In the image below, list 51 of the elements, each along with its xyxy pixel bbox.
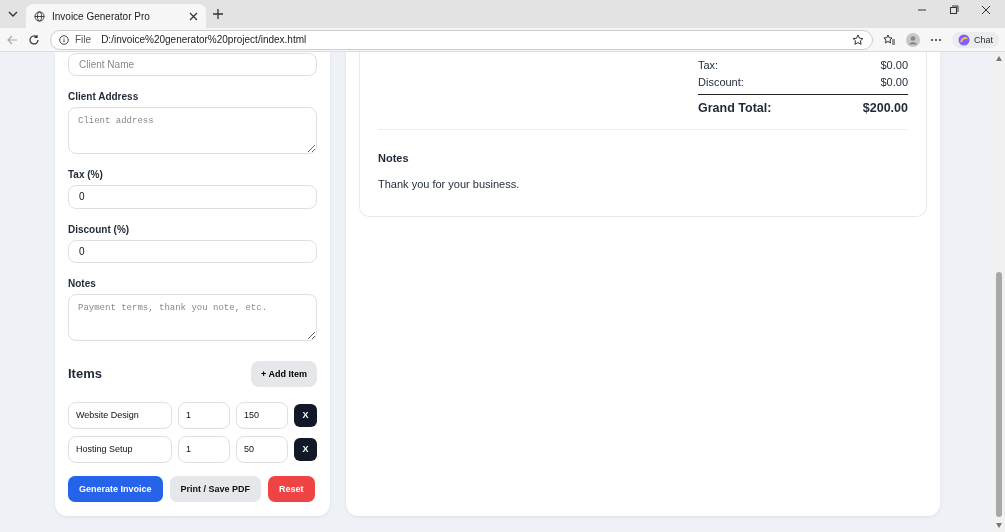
price-field[interactable]: 50	[236, 436, 288, 463]
section-title: Items	[68, 366, 102, 382]
summary-label: Tax:	[698, 58, 719, 71]
quantity-field[interactable]: 1	[178, 436, 230, 463]
field-label: Client Address	[68, 91, 140, 103]
plus-icon[interactable]	[212, 8, 224, 20]
input-field[interactable]: 0	[68, 239, 317, 263]
url-scheme: File	[75, 34, 93, 45]
text-area[interactable]: Payment terms, thank you note, etc.	[68, 294, 317, 341]
notes-text: Thank you for your business.	[378, 178, 521, 190]
scroll-up-icon[interactable]	[996, 56, 1002, 61]
action-button[interactable]: Generate Invoice	[68, 476, 163, 502]
tab-title: Invoice Generator Pro	[52, 10, 151, 22]
close-icon[interactable]	[189, 11, 198, 21]
remove-item-button[interactable]: X	[294, 404, 317, 427]
scrollbar[interactable]	[993, 52, 1005, 532]
favorites-icon[interactable]	[883, 33, 896, 46]
field-label: Notes	[68, 278, 97, 289]
add-item-button[interactable]: + Add Item	[251, 361, 317, 387]
action-button[interactable]: Reset	[268, 476, 315, 502]
chat-button[interactable]: Chat	[952, 31, 999, 48]
action-button[interactable]: Print / Save PDF	[169, 476, 262, 502]
grand-total-value: $200.00	[862, 101, 908, 115]
field-label: Discount (%)	[68, 223, 131, 235]
close-icon[interactable]	[981, 5, 991, 15]
summary-value: $0.00	[880, 58, 908, 71]
url-text: D:/invoice%20generator%20project/index.html	[101, 34, 308, 45]
browser-tab[interactable]: Invoice Generator Pro	[26, 4, 206, 28]
more-icon[interactable]	[930, 37, 942, 42]
summary-label: Discount:	[698, 75, 744, 88]
input-field[interactable]: 0	[68, 185, 317, 209]
profile-icon[interactable]	[906, 32, 920, 47]
globe-icon	[34, 10, 45, 22]
notes-title: Notes	[378, 152, 410, 164]
scrollbar-thumb[interactable]	[996, 272, 1002, 517]
price-field[interactable]: 150	[236, 402, 288, 429]
input-field[interactable]: Client Name	[68, 53, 317, 77]
star-icon[interactable]	[852, 33, 864, 46]
grand-total-label: Grand Total:	[698, 101, 772, 115]
reload-icon[interactable]	[28, 33, 40, 46]
info-icon	[59, 34, 69, 45]
quantity-field[interactable]: 1	[178, 402, 230, 429]
description-field[interactable]: Hosting Setup	[68, 436, 172, 463]
description-field[interactable]: Website Design	[68, 402, 172, 429]
restore-icon[interactable]	[949, 5, 959, 15]
scroll-down-icon[interactable]	[996, 523, 1002, 528]
text-area[interactable]: Client address	[68, 107, 317, 155]
summary-value: $0.00	[880, 75, 908, 88]
remove-item-button[interactable]: X	[294, 438, 317, 461]
field-label: Tax (%)	[68, 169, 104, 181]
address-bar[interactable]: File D:/invoice%20generator%20project/index.html	[50, 29, 873, 50]
